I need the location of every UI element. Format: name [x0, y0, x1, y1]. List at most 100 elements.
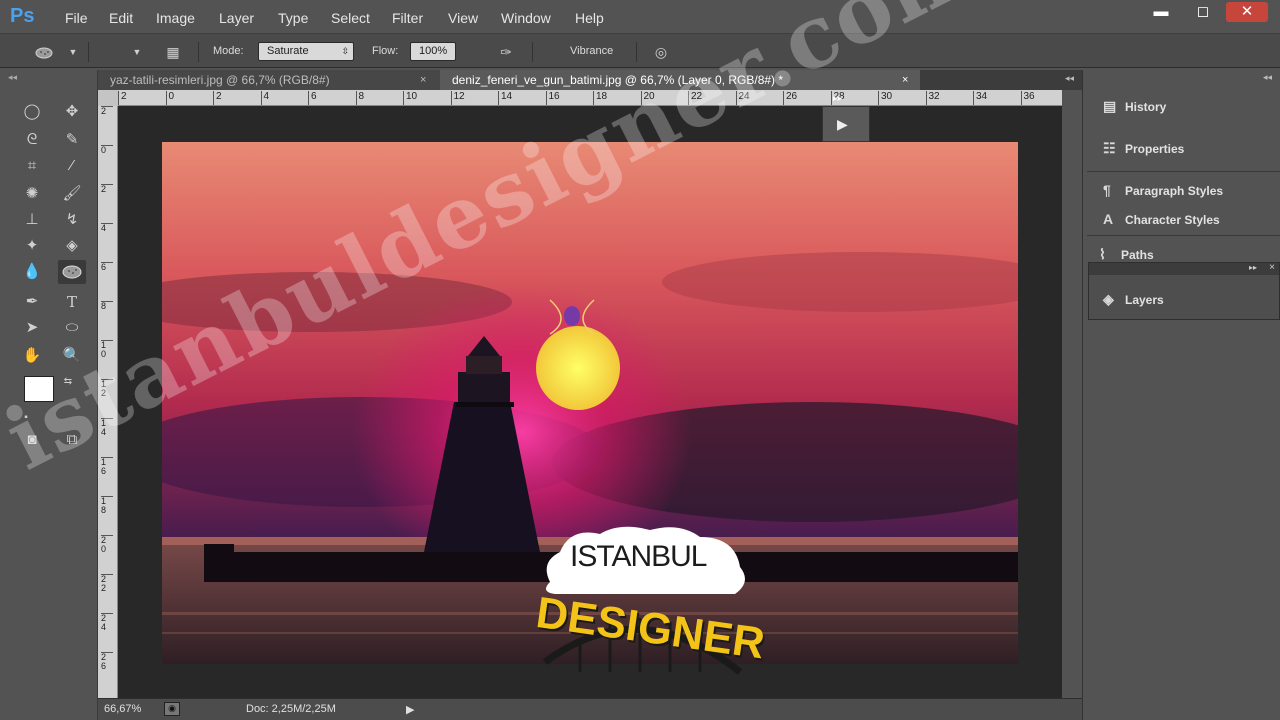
close-panel-icon[interactable]: × — [1269, 262, 1275, 273]
brush-tool-icon[interactable]: 🖌 — [58, 182, 86, 206]
paint-bucket-tool-icon[interactable]: ◈ — [58, 234, 86, 258]
history-brush-tool-icon[interactable]: ↯ — [58, 208, 86, 232]
document-tab-label: deniz_feneri_ve_gun_batimi.jpg @ 66,7% (… — [452, 73, 784, 87]
brush-picker-chevron-icon[interactable]: ▼ — [126, 42, 148, 62]
mode-value: Saturate — [267, 45, 309, 57]
play-icon[interactable]: ▶ — [837, 116, 848, 133]
foreground-color-swatch[interactable] — [24, 376, 54, 402]
ruler-tick-label: 1 6 — [101, 457, 113, 476]
status-menu-arrow-icon[interactable]: ▶ — [406, 703, 414, 716]
close-tab-icon[interactable]: × — [420, 70, 426, 90]
sponge-tool-icon[interactable] — [58, 260, 86, 284]
istanbul-designer-logo: ISTANBUL DESIGNER — [533, 522, 768, 692]
document-tab[interactable]: yaz-tatili-resimleri.jpg @ 66,7% (RGB/8#… — [98, 70, 440, 90]
flow-input[interactable]: 100% — [410, 42, 456, 61]
paths-icon: ⌇ — [1099, 248, 1106, 260]
panel-properties[interactable]: ☷ Properties — [1103, 136, 1184, 160]
menu-type[interactable]: Type — [278, 10, 308, 26]
ruler-tick-label: 2 — [101, 106, 113, 116]
minimize-button[interactable]: ▬ — [1140, 2, 1182, 22]
proof-setup-icon[interactable]: ◉ — [164, 702, 180, 716]
panel-paths[interactable]: ⌇ Paths — [1099, 248, 1154, 260]
hand-tool-icon[interactable]: ✋ — [18, 344, 46, 368]
screen-mode-icon[interactable]: ⧉ — [58, 428, 86, 452]
pressure-size-icon[interactable]: ◎ — [650, 42, 672, 62]
collapse-arrows-icon[interactable]: ◂◂ — [8, 72, 17, 83]
menu-bar: Ps File Edit Image Layer Type Select Fil… — [0, 0, 1280, 34]
ruler-tick-label: 26 — [783, 91, 797, 105]
pen-tool-icon[interactable]: ✒ — [18, 290, 46, 314]
type-tool-icon[interactable]: T — [58, 290, 86, 314]
panel-history[interactable]: ▤ History — [1103, 94, 1166, 118]
menu-window[interactable]: Window — [501, 10, 551, 26]
menu-edit[interactable]: Edit — [109, 10, 133, 26]
collapse-arrows-icon[interactable]: ◂◂ — [1263, 72, 1272, 83]
airbrush-icon[interactable]: ✑ — [495, 42, 517, 62]
ruler-corner[interactable] — [98, 90, 118, 106]
lasso-tool-icon[interactable]: ᘓ — [18, 128, 46, 152]
brush-panel-toggle-icon[interactable]: ▦ — [162, 42, 184, 62]
ruler-tick-label: 36 — [1020, 91, 1035, 105]
menu-select[interactable]: Select — [331, 10, 370, 26]
expand-arrows-icon[interactable]: ▸▸ — [833, 93, 842, 104]
crop-tool-icon[interactable]: ⌗ — [18, 154, 46, 178]
panel-label: Character Styles — [1125, 213, 1220, 227]
panel-label: Layers — [1125, 293, 1164, 307]
ruler-tick-label: 1 2 — [101, 379, 113, 398]
panel-layers[interactable]: ◈ Layers — [1103, 287, 1164, 311]
ruler-tick-label: 1 4 — [101, 418, 113, 437]
panel-paragraph-styles[interactable]: ¶ Paragraph Styles — [1103, 178, 1223, 202]
flow-value: 100% — [419, 45, 448, 57]
vertical-ruler[interactable]: 2 0 2 4 6 8 1 0 1 2 1 4 1 6 1 8 2 0 2 2 2 4 2 6 — [98, 106, 118, 698]
toolbox: ◂◂ ◯ ✥ ᘓ ✎ ⌗ ⁄ ✺ 🖌 ⊥ ↯ ✦ ◈ 💧 ✒ T ➤ ⬭ ✋ 🔍… — [0, 70, 98, 720]
collapse-arrows-icon[interactable]: ◂◂ — [1065, 73, 1074, 84]
zoom-level[interactable]: 66,67% — [104, 703, 141, 715]
floating-panel[interactable]: ▸▸ ▶ — [822, 93, 870, 142]
eraser-tool-icon[interactable]: ✦ — [18, 234, 46, 258]
ruler-tick-label: 4 — [260, 91, 269, 105]
ruler-tick-label: 6 — [101, 262, 113, 272]
ruler-tick-label: 1 8 — [101, 496, 113, 515]
status-bar: 66,67% ◉ Doc: 2,25M/2,25M ▶ — [98, 698, 1082, 720]
document-tab-active[interactable]: deniz_feneri_ve_gun_batimi.jpg @ 66,7% (… — [440, 70, 920, 90]
move-tool-icon[interactable]: ✥ — [58, 100, 86, 124]
path-selection-tool-icon[interactable]: ➤ — [18, 316, 46, 340]
swap-colors-icon[interactable]: ⇆ — [58, 370, 78, 394]
quick-mask-icon[interactable]: ◙ — [18, 428, 46, 452]
panel-label: History — [1125, 100, 1167, 114]
blur-tool-icon[interactable]: 💧 — [18, 260, 46, 284]
quick-selection-tool-icon[interactable]: ✎ — [58, 128, 86, 152]
menu-view[interactable]: View — [448, 10, 478, 26]
mode-select[interactable]: Saturate ⇳ — [258, 42, 354, 61]
maximize-button[interactable]: ◻ — [1182, 2, 1224, 22]
eyedropper-tool-icon[interactable]: ⁄ — [58, 154, 86, 178]
horizontal-ruler[interactable]: 2 0 2 4 6 8 10 12 14 16 18 20 22 24 26 28 30 32 34 36 — [118, 90, 1062, 106]
menu-image[interactable]: Image — [156, 10, 195, 26]
menu-help[interactable]: Help — [575, 10, 604, 26]
marquee-tool-icon[interactable]: ◯ — [18, 100, 46, 124]
document-tab-label: yaz-tatili-resimleri.jpg @ 66,7% (RGB/8#… — [110, 73, 330, 87]
flow-label: Flow: — [372, 45, 399, 57]
separator — [636, 42, 637, 62]
sponge-tool-preset-icon[interactable] — [34, 42, 56, 62]
menu-file[interactable]: File — [65, 10, 88, 26]
expand-arrows-icon[interactable]: ▸▸ — [1249, 263, 1257, 272]
layers-panel-floating[interactable]: ▸▸ × ◈ Layers — [1088, 262, 1280, 320]
ruler-tick-label: 16 — [545, 91, 560, 105]
menu-layer[interactable]: Layer — [219, 10, 254, 26]
chevron-down-icon[interactable]: ▼ — [62, 42, 84, 62]
panel-character-styles[interactable]: A Character Styles — [1103, 207, 1220, 231]
close-tab-icon[interactable]: × — [902, 70, 908, 90]
close-button[interactable]: ✕ — [1226, 2, 1268, 22]
panel-header[interactable]: ▸▸ × — [1089, 262, 1279, 275]
zoom-tool-icon[interactable]: 🔍 — [58, 344, 86, 368]
panel-dock: ◂◂ ▤ History ☷ Properties ¶ Paragraph Style… — [1082, 70, 1280, 720]
healing-brush-tool-icon[interactable]: ✺ — [18, 182, 46, 206]
sponge-cursor-icon — [544, 294, 600, 338]
ruler-tick-label: 2 4 — [101, 613, 113, 632]
clone-stamp-tool-icon[interactable]: ⊥ — [18, 208, 46, 232]
ruler-tick-label: 30 — [878, 91, 892, 105]
menu-filter[interactable]: Filter — [392, 10, 423, 26]
ellipse-tool-icon[interactable]: ⬭ — [58, 316, 86, 340]
default-colors-icon[interactable]: ▪ — [16, 406, 36, 430]
